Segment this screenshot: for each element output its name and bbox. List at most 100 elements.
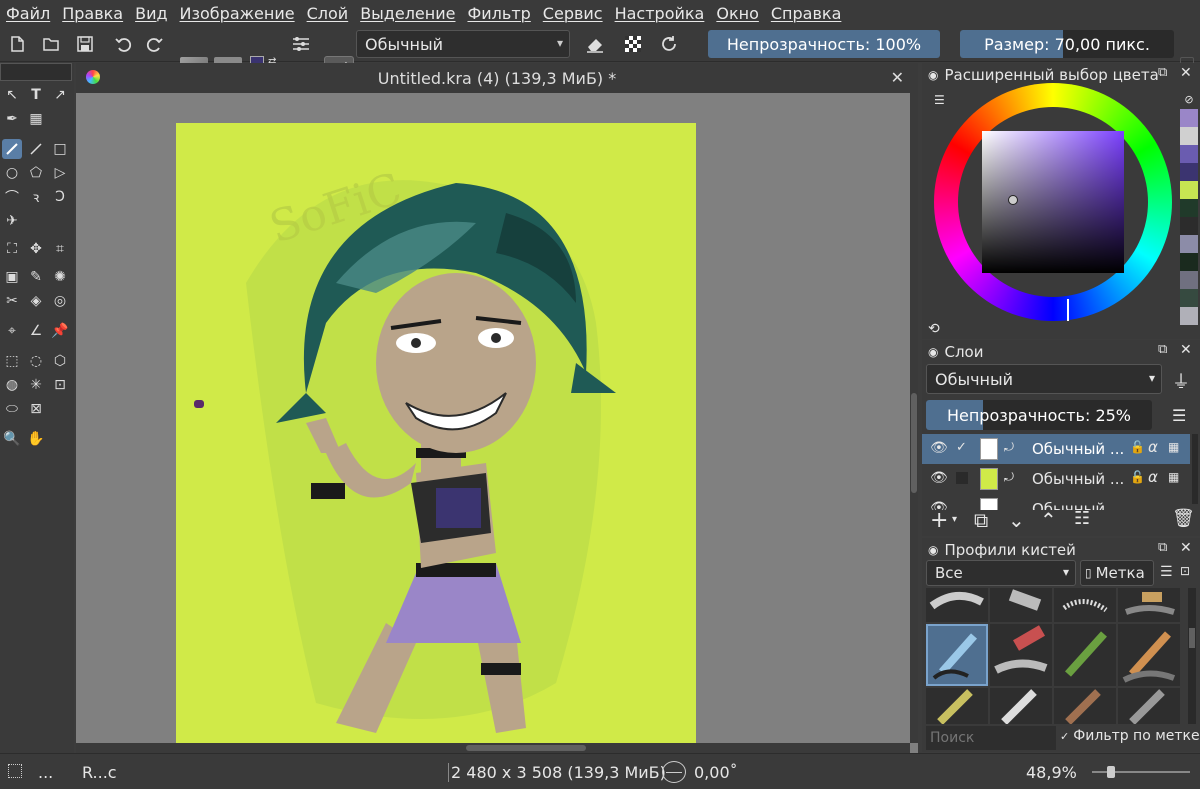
- palette-swatch[interactable]: [1180, 307, 1198, 325]
- document-tab[interactable]: Untitled.kra (4) (139,3 МиБ) * ✕: [76, 63, 918, 93]
- close-docker-icon[interactable]: ✕: [1180, 65, 1192, 81]
- assistant-tool-icon[interactable]: ⌖: [2, 321, 22, 341]
- menu-tools[interactable]: Сервис: [543, 4, 603, 23]
- zoom-tool-icon[interactable]: 🔍: [2, 429, 22, 449]
- move-tool-icon[interactable]: ✥: [26, 239, 46, 259]
- layer-properties-icon[interactable]: ☷: [1074, 508, 1090, 529]
- colorize-mask-tool-icon[interactable]: ✺: [50, 267, 70, 287]
- bezier-tool-icon[interactable]: ⌒: [2, 187, 22, 207]
- brush-preset-tile[interactable]: [926, 588, 988, 622]
- saturation-value-square[interactable]: [982, 131, 1124, 273]
- contiguous-selection-tool-icon[interactable]: ✳: [26, 375, 46, 395]
- crop-tool-icon[interactable]: ⌗: [50, 239, 70, 259]
- palette-swatch[interactable]: [1180, 235, 1198, 253]
- rectangle-tool-icon[interactable]: □: [50, 139, 70, 159]
- new-document-icon[interactable]: [4, 31, 30, 57]
- brush-preset-tile[interactable]: [990, 624, 1052, 686]
- layer-filter-icon[interactable]: ⏚: [1172, 368, 1190, 394]
- no-color-icon[interactable]: ⊘: [1180, 93, 1198, 107]
- freehand-selection-tool-icon[interactable]: ◍: [2, 375, 22, 395]
- layer-list-scrollbar[interactable]: [1192, 434, 1198, 504]
- transform-tool-icon[interactable]: ⛶: [2, 239, 22, 259]
- palette-swatch[interactable]: [1180, 253, 1198, 271]
- save-icon[interactable]: [72, 31, 98, 57]
- line-tool-icon[interactable]: [26, 139, 46, 159]
- open-document-icon[interactable]: [38, 31, 64, 57]
- vertical-scrollbar[interactable]: [910, 93, 918, 743]
- smart-patch-tool-icon[interactable]: ✂: [2, 291, 22, 311]
- gradient-tool-icon[interactable]: ▣: [2, 267, 22, 287]
- horizontal-scrollbar-thumb[interactable]: [466, 745, 586, 751]
- calligraphy-tool-icon[interactable]: ✒: [2, 109, 22, 129]
- layers-lock-icon[interactable]: ◉: [928, 345, 938, 359]
- palette-swatch[interactable]: [1180, 181, 1198, 199]
- palette-swatch[interactable]: [1180, 109, 1198, 127]
- polygon-tool-icon[interactable]: ⬠: [26, 163, 46, 183]
- text-tool-icon[interactable]: T: [26, 85, 46, 105]
- pan-tool-icon[interactable]: ✋: [26, 429, 46, 449]
- brush-view-mode-icon[interactable]: ☰: [1160, 564, 1173, 580]
- eraser-icon[interactable]: [582, 31, 608, 57]
- menu-window[interactable]: Окно: [716, 4, 759, 23]
- color-refresh-icon[interactable]: ⟲: [928, 321, 940, 337]
- menu-help[interactable]: Справка: [771, 4, 842, 23]
- measure-tool-icon[interactable]: ∠: [26, 321, 46, 341]
- undo-icon[interactable]: [110, 31, 136, 57]
- multibrush-tool-icon[interactable]: ✈: [2, 211, 22, 231]
- hue-ring[interactable]: [934, 83, 1172, 321]
- inherit-alpha-icon[interactable]: ▦: [1168, 470, 1179, 484]
- brush-close-icon[interactable]: ✕: [1180, 540, 1192, 556]
- rectangular-selection-tool-icon[interactable]: ⬚: [2, 351, 22, 371]
- zoom-slider-thumb[interactable]: [1106, 766, 1115, 778]
- visibility-eye-icon[interactable]: 👁: [930, 440, 948, 456]
- opacity-slider[interactable]: Непрозрачность: 100%: [708, 30, 940, 58]
- brush-preset-tile[interactable]: [990, 588, 1052, 622]
- brush-lock-icon[interactable]: ◉: [928, 543, 938, 557]
- magnetic-selection-tool-icon[interactable]: ⊠: [26, 399, 46, 419]
- layer-lock-icon[interactable]: 🔓: [1130, 470, 1145, 484]
- float-docker-icon[interactable]: ⧉: [1158, 65, 1167, 80]
- canvas-rotation[interactable]: 0,00˚: [694, 763, 738, 782]
- layers-float-icon[interactable]: ⧉: [1158, 342, 1167, 357]
- layers-close-icon[interactable]: ✕: [1180, 342, 1192, 358]
- brush-preset-tile[interactable]: [1118, 688, 1180, 724]
- bezier-selection-tool-icon[interactable]: ⬭: [2, 399, 22, 419]
- menu-image[interactable]: Изображение: [180, 4, 295, 23]
- alpha-icon[interactable]: α: [1148, 438, 1158, 456]
- palette-swatch[interactable]: [1180, 145, 1198, 163]
- layer-row-2[interactable]: 👁 ⤾ Обычный ... 🔓 α ▦: [922, 464, 1190, 494]
- close-document-icon[interactable]: ✕: [891, 68, 904, 87]
- brush-preset-tile[interactable]: [1118, 588, 1180, 622]
- elliptical-selection-tool-icon[interactable]: ◌: [26, 351, 46, 371]
- blend-mode-select[interactable]: Обычный ▾: [356, 30, 570, 58]
- alpha-lock-icon[interactable]: [620, 31, 646, 57]
- menu-view[interactable]: Вид: [135, 4, 167, 23]
- brush-grid-scrollbar-thumb[interactable]: [1189, 628, 1195, 648]
- brush-preset-tile[interactable]: [1118, 624, 1180, 686]
- filter-by-tag-checkbox[interactable]: ✓ Фильтр по метке: [1060, 728, 1200, 744]
- layer-check-icon[interactable]: ✓: [956, 440, 967, 455]
- layer-check-box[interactable]: [956, 472, 968, 484]
- menu-file[interactable]: Файл: [6, 4, 50, 23]
- brush-size-slider[interactable]: Размер: 70,00 пикс.: [960, 30, 1174, 58]
- brush-preset-tile-selected[interactable]: [926, 624, 988, 686]
- color-picker-tool-icon[interactable]: ✎: [26, 267, 46, 287]
- brush-search-input[interactable]: [926, 726, 1056, 750]
- brush-tag-select[interactable]: Все ▾: [926, 560, 1076, 586]
- layer-opacity-slider[interactable]: Непрозрачность: 25%: [926, 400, 1152, 430]
- menu-settings[interactable]: Настройка: [615, 4, 705, 23]
- current-brush-name[interactable]: R...c: [82, 763, 117, 782]
- color-picker-handle[interactable]: [1008, 195, 1018, 205]
- color-settings-icon[interactable]: ☰: [934, 93, 945, 107]
- brush-preset-tile[interactable]: [1054, 688, 1116, 724]
- palette-swatch[interactable]: [1180, 127, 1198, 145]
- select-shapes-tool-icon[interactable]: ↖: [2, 85, 22, 105]
- palette-swatch[interactable]: [1180, 199, 1198, 217]
- docker-lock-icon[interactable]: ◉: [928, 68, 938, 82]
- layer-lock-icon[interactable]: 🔓: [1130, 440, 1145, 454]
- palette-swatch[interactable]: [1180, 271, 1198, 289]
- selection-mode-icon[interactable]: [8, 764, 22, 778]
- freehand-brush-tool-icon[interactable]: [2, 139, 22, 159]
- polyline-tool-icon[interactable]: ▷: [50, 163, 70, 183]
- inherit-alpha-icon[interactable]: ▦: [1168, 440, 1179, 454]
